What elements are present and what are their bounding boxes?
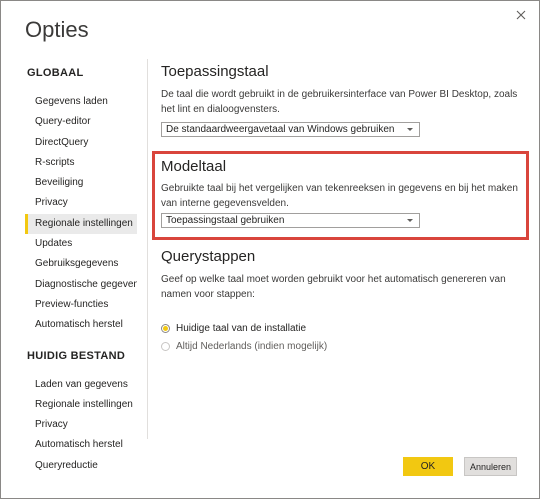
dialog-title: Opties bbox=[25, 17, 89, 42]
nav-item-directquery[interactable]: DirectQuery bbox=[25, 133, 137, 153]
nav-item-updates[interactable]: Updates bbox=[25, 234, 137, 254]
app-language-section: Toepassingstaal De taal die wordt gebrui… bbox=[161, 63, 526, 137]
nav-list-global: Gegevens laden Query-editor DirectQuery R-s… bbox=[25, 92, 137, 336]
close-button[interactable] bbox=[511, 5, 531, 25]
radio-button-checked[interactable] bbox=[161, 323, 170, 333]
query-steps-description: Geef op welke taal moet worden gebruikt … bbox=[161, 274, 506, 300]
nav-item-beveiliging[interactable]: Beveiliging bbox=[25, 173, 137, 193]
radio-label: Huidige taal van de installatie bbox=[176, 322, 307, 334]
query-steps-section: Querystappen Geef op welke taal moet wor… bbox=[161, 248, 521, 354]
nav-item-file-laden-van-gegevens[interactable]: Laden van gegevens bbox=[25, 375, 137, 395]
nav-item-file-queryreductie[interactable]: Queryreductie bbox=[25, 456, 137, 476]
query-steps-title: Querystappen bbox=[161, 248, 256, 265]
model-language-description: Gebruikte taal bij het vergelijken van t… bbox=[161, 183, 518, 209]
radio-always-dutch[interactable]: Altijd Nederlands (indien mogelijk) bbox=[161, 338, 521, 354]
nav-list-current-file: Laden van gegevens Regionale instellingen… bbox=[25, 375, 137, 476]
nav-item-file-privacy[interactable]: Privacy bbox=[25, 415, 137, 435]
nav-item-file-regionale-instellingen[interactable]: Regionale instellingen bbox=[25, 395, 137, 415]
nav-heading-global: GLOBAAL bbox=[27, 67, 84, 79]
nav-item-regionale-instellingen[interactable]: Regionale instellingen bbox=[25, 213, 137, 235]
model-language-title: Modeltaal bbox=[161, 158, 227, 175]
nav-item-file-automatisch-herstel[interactable]: Automatisch herstel bbox=[25, 435, 137, 455]
nav-heading-current-file: HUIDIG BESTAND bbox=[27, 349, 126, 362]
nav-item-diagnostische-gegevens[interactable]: Diagnostische gegevens bbox=[25, 275, 137, 295]
options-nav: GLOBAAL Gegevens laden Query-editor Direct… bbox=[25, 67, 137, 476]
nav-item-preview-functies[interactable]: Preview-functies bbox=[25, 295, 137, 315]
nav-item-r-scripts[interactable]: R-scripts bbox=[25, 153, 137, 173]
chevron-down-icon bbox=[407, 128, 413, 131]
ok-button[interactable]: OK bbox=[403, 457, 453, 476]
chevron-down-icon bbox=[407, 219, 413, 222]
app-language-description: De taal die wordt gebruikt in de gebruik… bbox=[161, 89, 518, 115]
model-language-select[interactable]: Toepassingstaal gebruiken bbox=[161, 213, 420, 228]
radio-label: Altijd Nederlands (indien mogelijk) bbox=[176, 340, 328, 352]
radio-installation-language[interactable]: Huidige taal van de installatie bbox=[161, 320, 521, 336]
nav-item-gebruiksgegevens[interactable]: Gebruiksgegevens bbox=[25, 254, 137, 274]
app-language-select[interactable]: De standaardweergavetaal van Windows geb… bbox=[161, 122, 420, 137]
app-language-select-value: De standaardweergavetaal van Windows geb… bbox=[166, 124, 395, 135]
cancel-button[interactable]: Annuleren bbox=[464, 457, 517, 476]
close-icon bbox=[516, 10, 526, 20]
nav-item-gegevens-laden[interactable]: Gegevens laden bbox=[25, 92, 137, 112]
model-language-section: Modeltaal Gebruikte taal bij het vergeli… bbox=[161, 158, 526, 228]
nav-item-privacy[interactable]: Privacy bbox=[25, 193, 137, 213]
nav-item-query-editor[interactable]: Query-editor bbox=[25, 112, 137, 132]
model-language-select-value: Toepassingstaal gebruiken bbox=[166, 215, 285, 226]
nav-divider bbox=[147, 59, 148, 439]
radio-button-unchecked[interactable] bbox=[161, 341, 170, 351]
options-dialog: Opties GLOBAAL Gegevens laden Query-edito… bbox=[0, 0, 540, 499]
app-language-title: Toepassingstaal bbox=[161, 63, 269, 80]
nav-item-automatisch-herstel[interactable]: Automatisch herstel bbox=[25, 315, 137, 335]
